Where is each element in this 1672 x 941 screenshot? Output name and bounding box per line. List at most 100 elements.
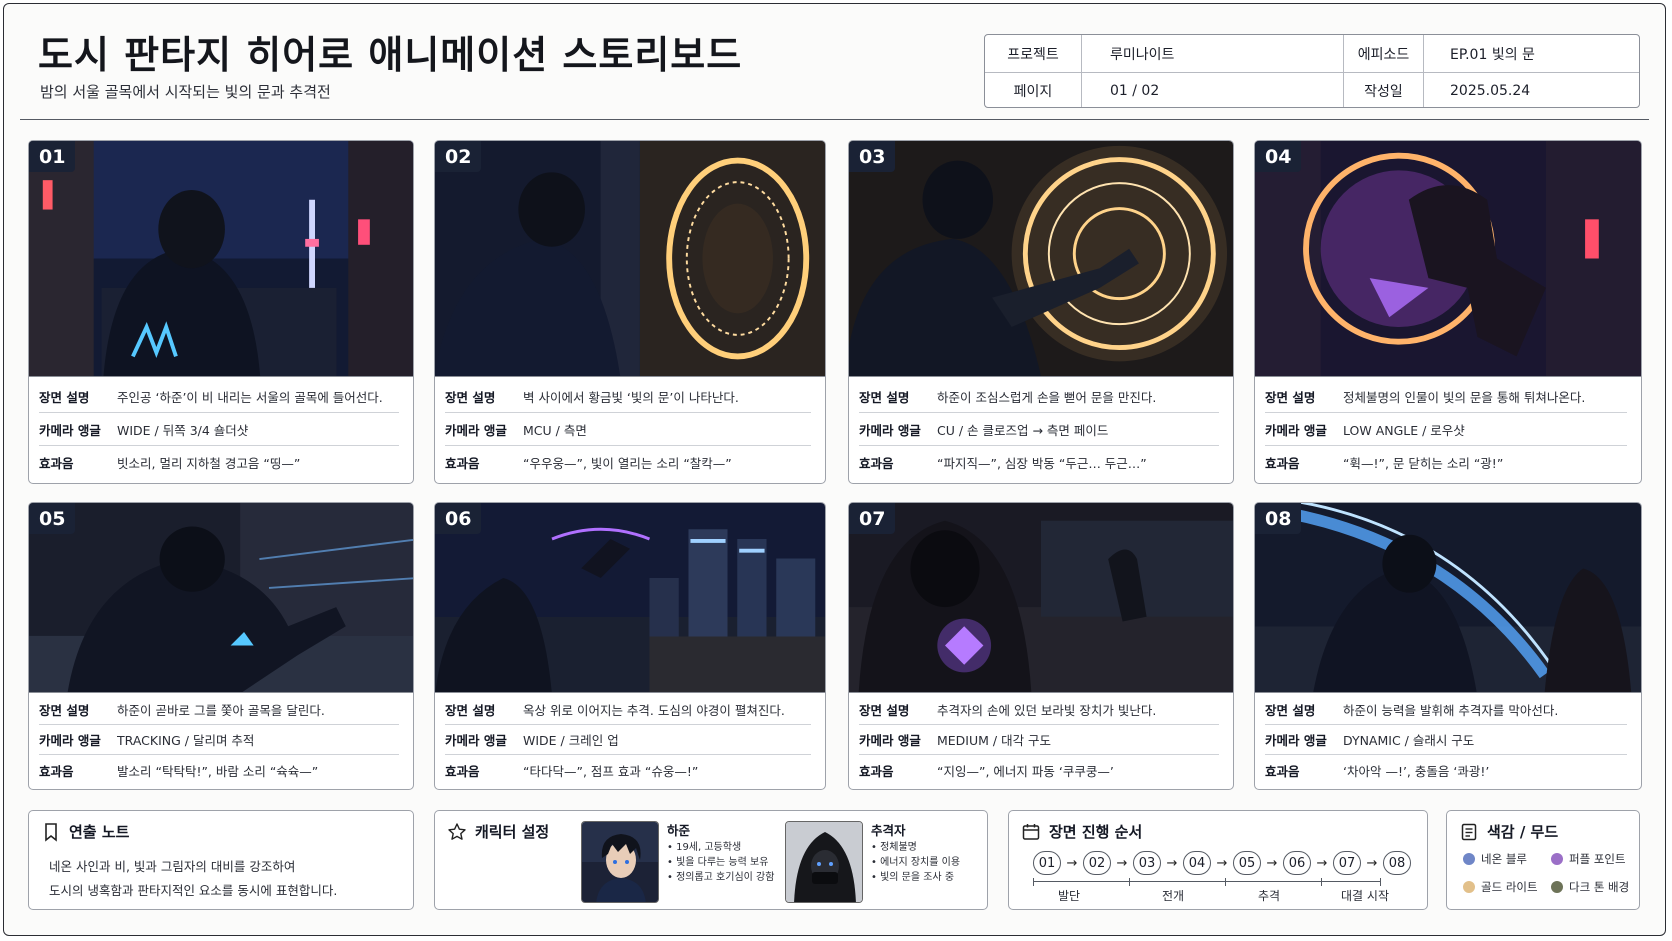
sound-row: 효과음 “우우웅—”, 빛이 열리는 소리 “찰칵—”	[445, 446, 811, 479]
scene-text: 하준이 곧바로 그를 쫓아 골목을 달린다.	[117, 703, 325, 718]
swatch-label: 다크 톤 배경	[1569, 880, 1630, 894]
meta-date-label: 작성일	[1344, 73, 1424, 107]
meta-page-label: 페이지	[985, 73, 1082, 107]
page-subtitle: 밤의 서울 골목에서 시작되는 빛의 문과 추격전	[40, 83, 331, 101]
timeline-tick	[1225, 878, 1226, 886]
hajun-portrait	[581, 821, 659, 903]
sequence-arrow: →	[1216, 855, 1228, 871]
camera-label: 카메라 앵글	[1265, 733, 1327, 748]
camera-row: 카메라 앵글 WIDE / 뒤쪽 3/4 숄더샷	[39, 413, 399, 446]
storyboard-panel: 01 장면 설명 주인공 ‘하준’이 비 내리는 서울의 골목에 들어선다. 카…	[28, 140, 414, 484]
camera-label: 카메라 앵글	[1265, 422, 1327, 438]
character-trait: • 빛의 문을 조사 중	[871, 872, 955, 883]
phase-labels: 발단 전개 추격 대결 시작	[1033, 887, 1389, 903]
phase-label: 대결 시작	[1341, 889, 1389, 903]
character-card-hajun: 하준 • 19세, 고등학생 • 빛을 다루는 능력 보유 • 정의롭고 호기심…	[581, 821, 774, 903]
sound-text: “지잉—”, 에너지 파동 ‘쿠쿠쿵—’	[937, 763, 1114, 779]
storyboard-panel: 08 장면 설명 하준이 능력을 발휘해 추격자를 막아선다. 카메라 앵글 D…	[1254, 502, 1642, 790]
sound-label: 효과음	[445, 456, 480, 471]
panel-number: 08	[1255, 503, 1302, 534]
storyboard-panel: 07 장면 설명 추격자의 손에 있던 보라빛 장치가 빛난다. 카메라 앵글 …	[848, 502, 1234, 790]
project-meta-table: 프로젝트 루미나이트 에피소드 EP.01 빛의 문 페이지 01 / 02 작…	[984, 34, 1640, 108]
sequence-arrow: →	[1116, 855, 1128, 871]
sound-row: 효과음 ‘차아악 —!’, 충돌음 ‘콰광!’	[1265, 755, 1627, 785]
character-card-pursuer: 추격자 • 정체불명 • 에너지 장치를 이용 • 빛의 문을 조사 중	[785, 821, 960, 903]
scene-text: 정체불명의 인물이 빛의 문을 통해 튀쳐나온다.	[1343, 389, 1586, 405]
sound-row: 효과음 “파지직—”, 심장 박동 “두근… 두근…”	[859, 446, 1219, 479]
sound-row: 효과음 “지잉—”, 에너지 파동 ‘쿠쿠쿵—’	[859, 755, 1219, 785]
panel-number: 07	[849, 503, 896, 534]
page-title: 도시 판타지 히어로 애니메이션 스토리보드	[38, 33, 743, 77]
scene-label: 장면 설명	[39, 703, 90, 718]
panel-number: 04	[1255, 141, 1302, 172]
storyboard-panel: 02 장면 설명 벽 사이에서 황금빛 ‘빛의 문’이 나타난다. 카메라 앵글…	[434, 140, 826, 484]
mood-heading: 색감 / 무드	[1459, 821, 1558, 842]
sequence-arrow: →	[1366, 855, 1378, 871]
character-settings-box: 캐릭터 설정 하준 • 19세, 고등학생 • 빛을 다루는 능력 보유 • 정…	[434, 810, 988, 910]
panel-illustration: 08	[1255, 503, 1641, 693]
scene-label: 장면 설명	[859, 703, 910, 718]
phase-label: 추격	[1257, 889, 1281, 903]
storyboard-panel: 03 장면 설명 하준이 조심스럽게 손을 뻗어 문을 만진다. 카메라 앵글 …	[848, 140, 1234, 484]
meta-episode-label: 에피소드	[1344, 35, 1424, 72]
panel-illustration: 05	[29, 503, 413, 693]
scene-artwork	[849, 503, 1233, 692]
character-title: 캐릭터 설정	[475, 823, 550, 841]
scene-row: 장면 설명 정체불명의 인물이 빛의 문을 통해 튀쳐나온다.	[1265, 380, 1627, 413]
panel-illustration: 06	[435, 503, 825, 693]
character-heading: 캐릭터 설정	[447, 821, 549, 842]
scene-label: 장면 설명	[1265, 703, 1316, 718]
sound-text: 발소리 “탁탁탁!”, 바람 소리 “슉슉—”	[117, 763, 319, 779]
sequence-arrow: →	[1166, 855, 1178, 871]
sound-label: 효과음	[39, 763, 74, 779]
swatch-dot	[1463, 881, 1475, 893]
color-mood-box: 색감 / 무드 네온 블루 퍼플 포인트 골드 라이트 다크 톤 배경	[1446, 810, 1640, 910]
sound-label: 효과음	[39, 456, 74, 471]
mood-swatch: 골드 라이트	[1463, 879, 1551, 895]
camera-text: MCU / 측면	[523, 422, 587, 438]
notes-line: 네온 사인과 비, 빛과 그림자의 대비를 강조하여	[49, 859, 296, 874]
camera-label: 카메라 앵글	[39, 422, 101, 438]
camera-text: MEDIUM / 대각 구도	[937, 733, 1052, 748]
scene-label: 장면 설명	[39, 389, 90, 405]
sequence-arrow: →	[1066, 855, 1078, 871]
sound-label: 효과음	[859, 456, 894, 471]
panel-number: 01	[29, 141, 76, 172]
panel-details: 장면 설명 하준이 곧바로 그를 쫓아 골목을 달린다. 카메라 앵글 TRAC…	[39, 695, 399, 785]
camera-row: 카메라 앵글 MEDIUM / 대각 구도	[859, 725, 1219, 755]
camera-row: 카메라 앵글 DYNAMIC / 슬래시 구도	[1265, 725, 1627, 755]
timeline-tick	[1321, 878, 1322, 886]
sequence-step: 08	[1383, 851, 1411, 875]
camera-row: 카메라 앵글 CU / 손 클로즈업 → 측면 페이드	[859, 413, 1219, 446]
scene-row: 장면 설명 주인공 ‘하준’이 비 내리는 서울의 골목에 들어선다.	[39, 380, 399, 413]
camera-text: DYNAMIC / 슬래시 구도	[1343, 733, 1475, 748]
phase-label: 발단	[1057, 889, 1081, 903]
scene-label: 장면 설명	[1265, 389, 1316, 405]
scene-text: 추격자의 손에 있던 보라빛 장치가 빛난다.	[937, 703, 1157, 718]
swatch-dot	[1463, 853, 1475, 865]
scene-artwork	[1255, 141, 1641, 376]
sound-text: “파지직—”, 심장 박동 “두근… 두근…”	[937, 456, 1147, 471]
scene-row: 장면 설명 벽 사이에서 황금빛 ‘빛의 문’이 나타난다.	[445, 380, 811, 413]
panel-illustration: 01	[29, 141, 413, 377]
mood-swatch: 다크 톤 배경	[1551, 879, 1641, 895]
panel-details: 장면 설명 벽 사이에서 황금빛 ‘빛의 문’이 나타난다. 카메라 앵글 MC…	[445, 380, 811, 479]
meta-row: 프로젝트 루미나이트 에피소드 EP.01 빛의 문	[985, 35, 1639, 72]
camera-row: 카메라 앵글 MCU / 측면	[445, 413, 811, 446]
scene-row: 장면 설명 추격자의 손에 있던 보라빛 장치가 빛난다.	[859, 695, 1219, 725]
panel-details: 장면 설명 하준이 조심스럽게 손을 뻗어 문을 만진다. 카메라 앵글 CU …	[859, 380, 1219, 479]
sequence-step: 03	[1133, 851, 1161, 875]
camera-text: WIDE / 뒤쪽 3/4 숄더샷	[117, 422, 249, 438]
storyboard-panel: 04 장면 설명 정체불명의 인물이 빛의 문을 통해 튀쳐나온다. 카메라 앵…	[1254, 140, 1642, 484]
sound-label: 효과음	[859, 763, 894, 779]
camera-text: TRACKING / 달리며 추적	[117, 733, 255, 748]
scene-text: 주인공 ‘하준’이 비 내리는 서울의 골목에 들어선다.	[117, 389, 383, 405]
camera-row: 카메라 앵글 WIDE / 크레인 업	[445, 725, 811, 755]
scene-label: 장면 설명	[445, 703, 496, 718]
scene-text: 하준이 능력을 발휘해 추격자를 막아선다.	[1343, 703, 1559, 718]
sound-text: 빗소리, 멀리 지하철 경고음 “띵—”	[117, 456, 301, 471]
swatch-label: 네온 블루	[1481, 852, 1527, 866]
scene-artwork	[435, 141, 825, 376]
mood-swatches: 네온 블루 퍼플 포인트 골드 라이트 다크 톤 배경	[1463, 851, 1641, 895]
sequence-arrow: →	[1266, 855, 1278, 871]
